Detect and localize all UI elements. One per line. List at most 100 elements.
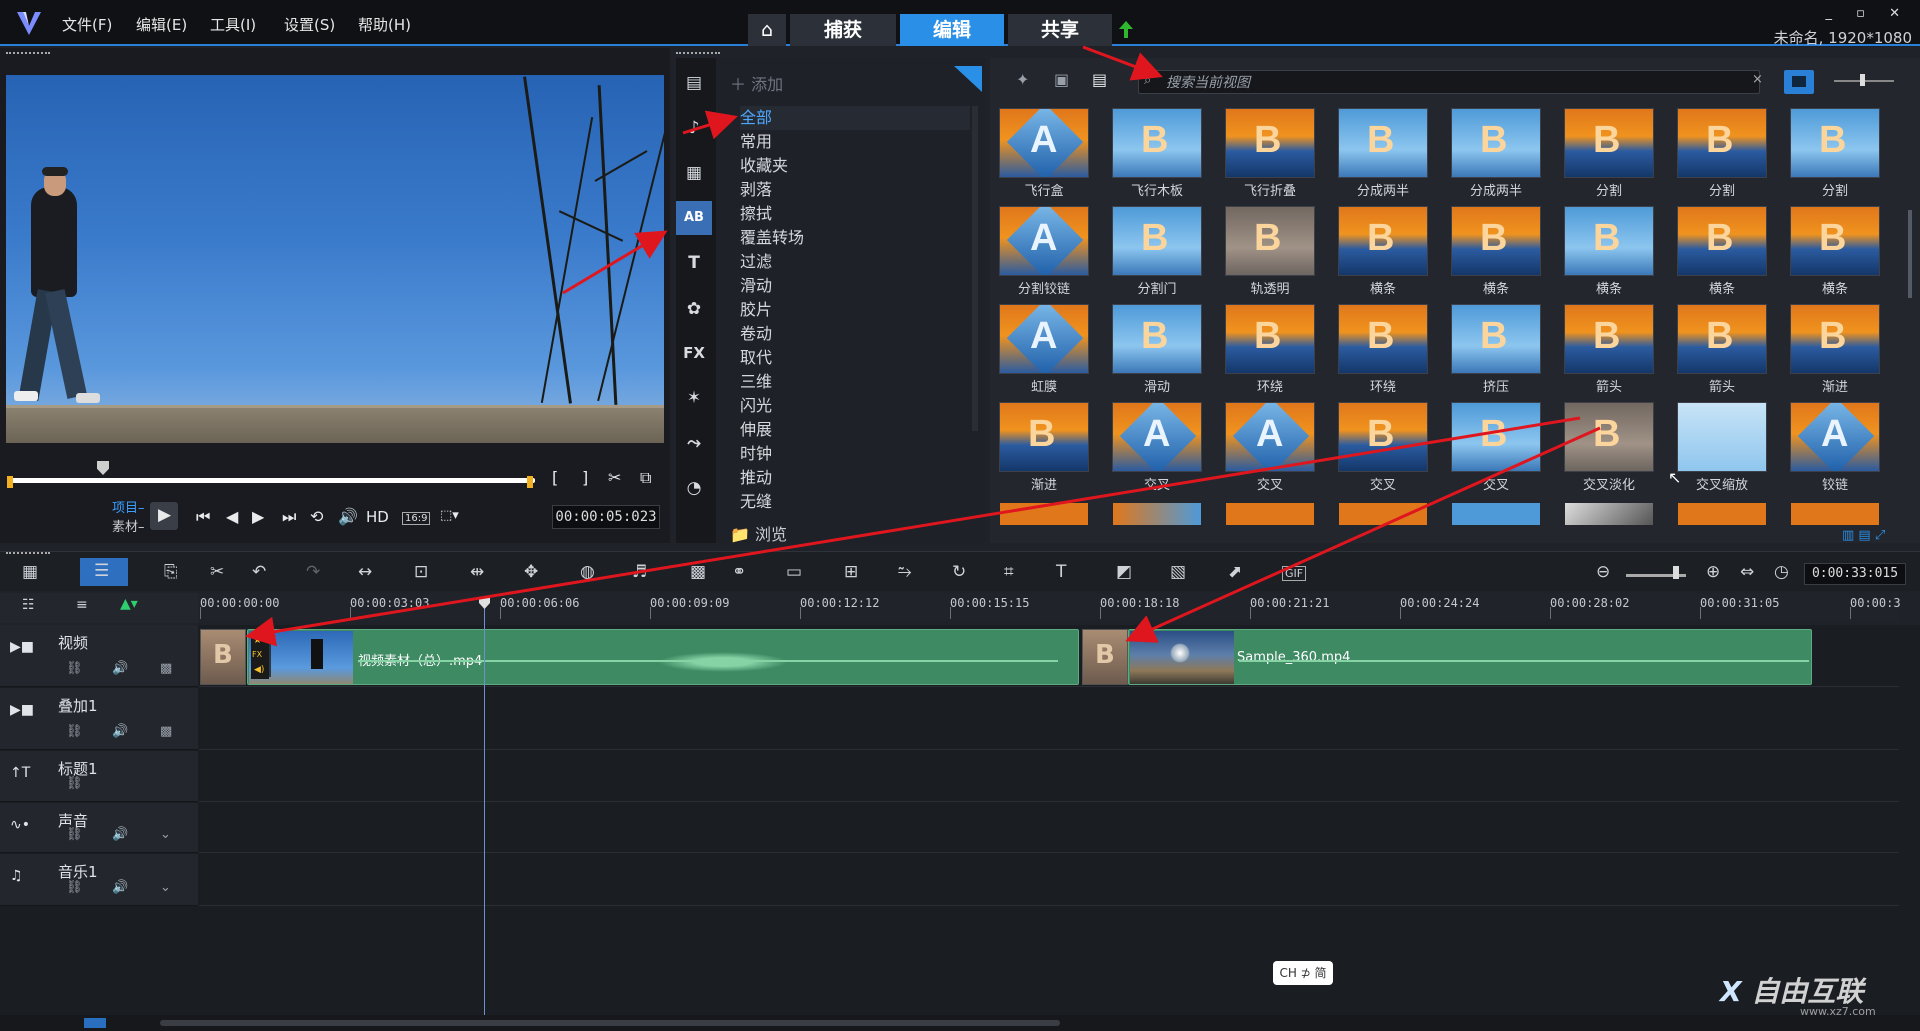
category-item[interactable]: 剥落	[740, 178, 970, 202]
prev-frame-icon[interactable]: ◀	[226, 507, 238, 526]
fit-project-icon[interactable]: ⇔	[1740, 562, 1754, 582]
track-lane[interactable]	[199, 751, 1899, 802]
panel-grip[interactable]	[676, 52, 720, 56]
transition-thumbnail[interactable]: B 飞行折叠	[1222, 106, 1330, 202]
track-manager-icon[interactable]: ☷	[22, 597, 35, 613]
gallery-scrollbar[interactable]	[1908, 210, 1912, 298]
track-type-icon[interactable]: ↑T	[10, 765, 30, 781]
transition-thumbnail[interactable]: B 箭头	[1674, 302, 1782, 398]
transition-thumbnail[interactable]: B 环绕	[1335, 302, 1443, 398]
menu-help[interactable]: 帮助(H)	[358, 14, 411, 35]
next-frame-icon[interactable]: ▶	[252, 507, 264, 526]
track-lane[interactable]	[199, 688, 1899, 750]
volume-icon[interactable]: 🔊	[338, 507, 358, 526]
template-icon[interactable]: ▦	[681, 160, 707, 186]
upload-icon[interactable]	[1118, 20, 1134, 40]
category-item[interactable]: 胶片	[740, 298, 970, 322]
fit-timeline-icon[interactable]: ↔	[358, 562, 372, 582]
window-controls[interactable]: _ ▫ ✕	[1826, 6, 1910, 21]
color-icon[interactable]: ◍	[580, 562, 595, 582]
track-grid-icon[interactable]: ▩	[160, 661, 172, 676]
mode-clip[interactable]: 素材–	[112, 518, 145, 537]
panel-grip[interactable]	[6, 52, 50, 56]
apply-random-icon[interactable]: ▤	[1092, 70, 1107, 89]
transition-thumbnail[interactable]: B 分成两半	[1448, 106, 1556, 202]
transition-thumbnail[interactable]: A 铰链	[1787, 400, 1895, 496]
track-expand-icon[interactable]: ⌄	[160, 880, 171, 895]
pan-zoom-icon[interactable]: ✥	[524, 562, 538, 582]
transition-thumbnail[interactable]: A 飞行盒	[996, 106, 1104, 202]
transition-thumbnail[interactable]: B 滑动	[1109, 302, 1217, 398]
motion-icon[interactable]: ⥲	[898, 562, 912, 582]
loop-icon[interactable]: ↻	[952, 562, 966, 582]
transition-icon[interactable]: AB	[681, 205, 707, 231]
add-track-icon[interactable]: ▲▾	[120, 596, 138, 612]
mask-icon[interactable]: ◩	[1116, 562, 1132, 582]
tools-icon[interactable]: ✂	[210, 562, 224, 582]
hd-button[interactable]: HD	[366, 508, 389, 526]
video-preview[interactable]	[6, 75, 664, 443]
audio-icon[interactable]: ♬	[632, 562, 647, 582]
speed-icon[interactable]: ◔	[681, 475, 707, 501]
transition-thumbnail[interactable]: B 交叉	[1448, 400, 1556, 496]
tab-edit[interactable]: 编辑	[900, 14, 1004, 46]
track-lane[interactable]	[199, 854, 1899, 906]
timeline-zoom-knob[interactable]	[1673, 566, 1679, 579]
category-item[interactable]: 无缝	[740, 490, 970, 514]
link-icon[interactable]: ⛓	[66, 661, 83, 676]
timeline-scrollbar[interactable]	[160, 1020, 1060, 1026]
split-screen-icon[interactable]: ⇹	[470, 562, 484, 582]
clear-search-icon[interactable]: ×	[1752, 72, 1763, 87]
tab-share[interactable]: 共享	[1008, 14, 1112, 46]
category-item[interactable]: 伸展	[740, 418, 970, 442]
title-icon[interactable]: T	[681, 250, 707, 276]
transition-thumbnail[interactable]: B 分割门	[1109, 204, 1217, 300]
blend-icon[interactable]: ⚭	[732, 562, 746, 582]
transition-thumbnail[interactable]: B 交叉淡化	[1561, 400, 1669, 496]
transition-clip[interactable]: B	[1082, 629, 1128, 685]
track-volume-icon[interactable]: 🔊	[112, 880, 128, 895]
track-header[interactable]: ♫ 音乐1 ⛓ 🔊 ⌄	[0, 854, 198, 906]
track-header[interactable]: ▶■ 视频 ⛓ 🔊 ▩	[0, 625, 198, 687]
video-clip[interactable]: 视频素材（总）.mp4	[247, 629, 1079, 685]
track-type-icon[interactable]: ▶■	[10, 702, 34, 718]
view-mode-button[interactable]	[1784, 70, 1814, 94]
category-item[interactable]: 擦拭	[740, 202, 970, 226]
track-type-icon[interactable]: ∿•	[10, 817, 30, 833]
category-scrollbar[interactable]	[972, 106, 978, 431]
timeline-ruler[interactable]	[198, 593, 1898, 621]
category-item[interactable]: 滑动	[740, 274, 970, 298]
track-header[interactable]: ∿• 声音 ⛓ 🔊 ⌄	[0, 803, 198, 853]
mode-project[interactable]: 项目–	[112, 499, 145, 518]
category-item[interactable]: 过滤	[740, 250, 970, 274]
tab-capture[interactable]: 捕获	[790, 14, 896, 46]
go-start-icon[interactable]: ⏮	[196, 507, 210, 527]
apply-to-video-icon[interactable]: ▣	[1054, 70, 1069, 89]
mark-out-icon[interactable]: ]	[582, 468, 588, 487]
timeline-view-button[interactable]: ☰	[80, 558, 128, 586]
menu-file[interactable]: 文件(F)	[62, 14, 112, 35]
play-button[interactable]: ▶	[150, 502, 178, 530]
trim-end-marker[interactable]	[527, 476, 533, 488]
go-end-icon[interactable]: ⏭	[282, 507, 296, 527]
grid-icon[interactable]: ⊞	[844, 562, 858, 582]
preview-timecode[interactable]: 00:00:05:023	[552, 505, 660, 529]
sparkle-icon[interactable]: ✶	[681, 385, 707, 411]
track-volume-icon[interactable]: 🔊	[112, 661, 128, 676]
graphic-icon[interactable]: ✿	[681, 296, 707, 322]
transition-thumbnail[interactable]: B 分割	[1674, 106, 1782, 202]
repeat-icon[interactable]: ⟲	[310, 507, 323, 526]
menu-tools[interactable]: 工具(I)	[210, 14, 256, 35]
split-clip-icon[interactable]: ✂	[608, 468, 621, 487]
category-item[interactable]: 取代	[740, 346, 970, 370]
stabilize-icon[interactable]: ▧	[1170, 562, 1186, 582]
instant-project-icon[interactable]: ♪	[681, 115, 707, 141]
project-duration[interactable]: 0:00:33:015	[1804, 563, 1906, 585]
transition-thumbnail[interactable]: B 渐进	[1787, 302, 1895, 398]
transition-thumbnail[interactable]: B 交叉缩放	[1674, 400, 1782, 496]
category-item[interactable]: 覆盖转场	[740, 226, 970, 250]
transition-thumbnail[interactable]: B 横条	[1561, 204, 1669, 300]
category-item[interactable]: 推动	[740, 466, 970, 490]
transition-thumbnail[interactable]: B 分割	[1787, 106, 1895, 202]
transition-thumbnail[interactable]: B 轨透明	[1222, 204, 1330, 300]
